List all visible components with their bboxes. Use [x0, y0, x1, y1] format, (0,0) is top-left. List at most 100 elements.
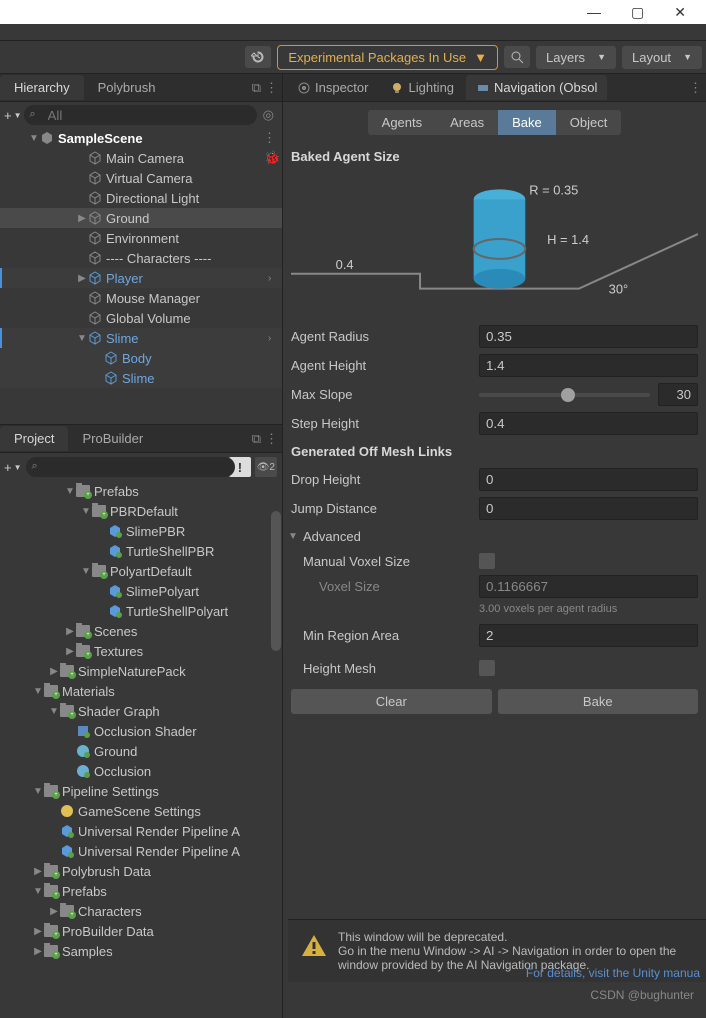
popout-icon[interactable]: ⧉ [252, 431, 261, 447]
foldout-icon[interactable]: ▶ [32, 926, 44, 937]
project-item[interactable]: ▶+Scenes [0, 621, 282, 641]
layers-dropdown[interactable]: Layers▼ [536, 46, 616, 69]
hierarchy-item[interactable]: Slime [0, 368, 282, 388]
search-button[interactable] [504, 46, 530, 68]
tab-probuilder[interactable]: ProBuilder [68, 426, 157, 451]
max-slope-value[interactable]: 30 [658, 383, 698, 406]
tab-project[interactable]: Project [0, 426, 68, 451]
foldout-icon[interactable]: ▶ [32, 866, 44, 877]
project-item[interactable]: Universal Render Pipeline A [0, 841, 282, 861]
menu-icon[interactable]: ⋮ [265, 431, 278, 447]
mode-tab-agents[interactable]: Agents [368, 110, 436, 135]
hierarchy-item[interactable]: ▶Player› [0, 268, 282, 288]
clear-button[interactable]: Clear [291, 689, 492, 714]
hierarchy-item[interactable]: ▶Ground [0, 208, 282, 228]
project-item[interactable]: ▼+Prefabs [0, 481, 282, 501]
minimize-button[interactable]: — [587, 4, 601, 20]
bake-button[interactable]: Bake [498, 689, 699, 714]
foldout-icon[interactable]: ▶ [32, 946, 44, 957]
hierarchy-item[interactable]: Environment [0, 228, 282, 248]
project-item[interactable]: SlimePolyart [0, 581, 282, 601]
close-button[interactable]: ✕ [674, 4, 686, 21]
popout-icon[interactable]: ⧉ [252, 80, 261, 96]
maximize-button[interactable]: ▢ [631, 4, 644, 21]
foldout-icon[interactable]: ▼ [80, 506, 92, 517]
foldout-icon[interactable]: ▼ [32, 686, 44, 697]
project-item[interactable]: TurtleShellPolyart [0, 601, 282, 621]
foldout-icon[interactable]: ▼ [32, 886, 44, 897]
hidden-items-button[interactable]: 👁2 [255, 457, 277, 477]
foldout-icon[interactable]: ▼ [48, 706, 60, 717]
agent-height-input[interactable] [479, 354, 698, 377]
advanced-foldout[interactable]: ▼ Advanced [283, 523, 706, 550]
open-prefab-icon[interactable]: › [268, 273, 282, 284]
foldout-icon[interactable]: ▼ [32, 786, 44, 797]
foldout-icon[interactable]: ▼ [28, 133, 40, 144]
project-item[interactable]: ▼+PBRDefault [0, 501, 282, 521]
menu-icon[interactable]: ⋮ [265, 80, 278, 96]
menu-icon[interactable]: ⋮ [263, 130, 282, 146]
create-menu[interactable]: + ▼ [4, 108, 22, 123]
tab-hierarchy[interactable]: Hierarchy [0, 75, 84, 100]
project-item[interactable]: ▶+Textures [0, 641, 282, 661]
project-item[interactable]: ▼+Prefabs [0, 881, 282, 901]
foldout-icon[interactable]: ▶ [76, 273, 88, 284]
create-menu[interactable]: +▼ [4, 460, 22, 475]
step-height-input[interactable] [479, 412, 698, 435]
mode-tab-object[interactable]: Object [556, 110, 622, 135]
project-item[interactable]: ▼+PolyartDefault [0, 561, 282, 581]
foldout-icon[interactable]: ▶ [48, 666, 60, 677]
foldout-icon[interactable]: ▼ [76, 333, 88, 344]
hierarchy-item[interactable]: Virtual Camera [0, 168, 282, 188]
hierarchy-item[interactable]: Mouse Manager [0, 288, 282, 308]
tab-inspector[interactable]: Inspector [287, 75, 378, 100]
foldout-icon[interactable]: ▶ [76, 213, 88, 224]
layout-dropdown[interactable]: Layout▼ [622, 46, 702, 69]
experimental-packages-button[interactable]: Experimental Packages In Use ▼ [277, 45, 498, 70]
mode-tab-bake[interactable]: Bake [498, 110, 556, 135]
tab-polybrush[interactable]: Polybrush [84, 75, 170, 100]
project-item[interactable]: Occlusion [0, 761, 282, 781]
manual-voxel-checkbox[interactable] [479, 553, 495, 569]
project-item[interactable]: ▼+Shader Graph [0, 701, 282, 721]
tab-navigation[interactable]: Navigation (Obsol [466, 75, 607, 100]
project-item[interactable]: Universal Render Pipeline A [0, 821, 282, 841]
hierarchy-item[interactable]: Main Camera🐞 [0, 148, 282, 168]
project-item[interactable]: ▶+Samples [0, 941, 282, 961]
foldout-icon[interactable]: ▶ [64, 626, 76, 637]
jump-distance-input[interactable] [479, 497, 698, 520]
hierarchy-item[interactable]: Directional Light [0, 188, 282, 208]
foldout-icon[interactable]: ▼ [80, 566, 92, 577]
scene-row[interactable]: ▼ SampleScene ⋮ [0, 128, 282, 148]
max-slope-slider[interactable] [479, 393, 650, 397]
project-item[interactable]: Occlusion Shader [0, 721, 282, 741]
hierarchy-item[interactable]: Global Volume [0, 308, 282, 328]
hierarchy-item[interactable]: ▼Slime› [0, 328, 282, 348]
project-tree[interactable]: ▼+Prefabs▼+PBRDefaultSlimePBRTurtleShell… [0, 481, 282, 1018]
foldout-icon[interactable]: ▶ [64, 646, 76, 657]
search-context-icon[interactable]: ◎ [259, 107, 278, 123]
agent-radius-input[interactable] [479, 325, 698, 348]
foldout-icon[interactable]: ▼ [64, 486, 76, 497]
project-item[interactable]: ▼+Materials [0, 681, 282, 701]
project-item[interactable]: ▶+Characters [0, 901, 282, 921]
project-search-input[interactable] [26, 457, 235, 477]
project-item[interactable]: Ground [0, 741, 282, 761]
hierarchy-tree[interactable]: ▼ SampleScene ⋮ Main Camera🐞Virtual Came… [0, 128, 282, 424]
min-region-input[interactable] [479, 624, 698, 647]
history-button[interactable] [245, 46, 271, 68]
project-item[interactable]: TurtleShellPBR [0, 541, 282, 561]
hierarchy-item[interactable]: ---- Characters ---- [0, 248, 282, 268]
project-item[interactable]: ▶+SimpleNaturePack [0, 661, 282, 681]
hierarchy-item[interactable]: Body [0, 348, 282, 368]
project-item[interactable]: ▶+ProBuilder Data [0, 921, 282, 941]
project-item[interactable]: ▼+Pipeline Settings [0, 781, 282, 801]
drop-height-input[interactable] [479, 468, 698, 491]
project-item[interactable]: GameScene Settings [0, 801, 282, 821]
project-item[interactable]: SlimePBR [0, 521, 282, 541]
menu-icon[interactable]: ⋮ [689, 80, 702, 96]
tab-lighting[interactable]: Lighting [380, 75, 464, 100]
foldout-icon[interactable]: ▶ [48, 906, 60, 917]
height-mesh-checkbox[interactable] [479, 660, 495, 676]
hierarchy-search-input[interactable] [24, 105, 257, 125]
